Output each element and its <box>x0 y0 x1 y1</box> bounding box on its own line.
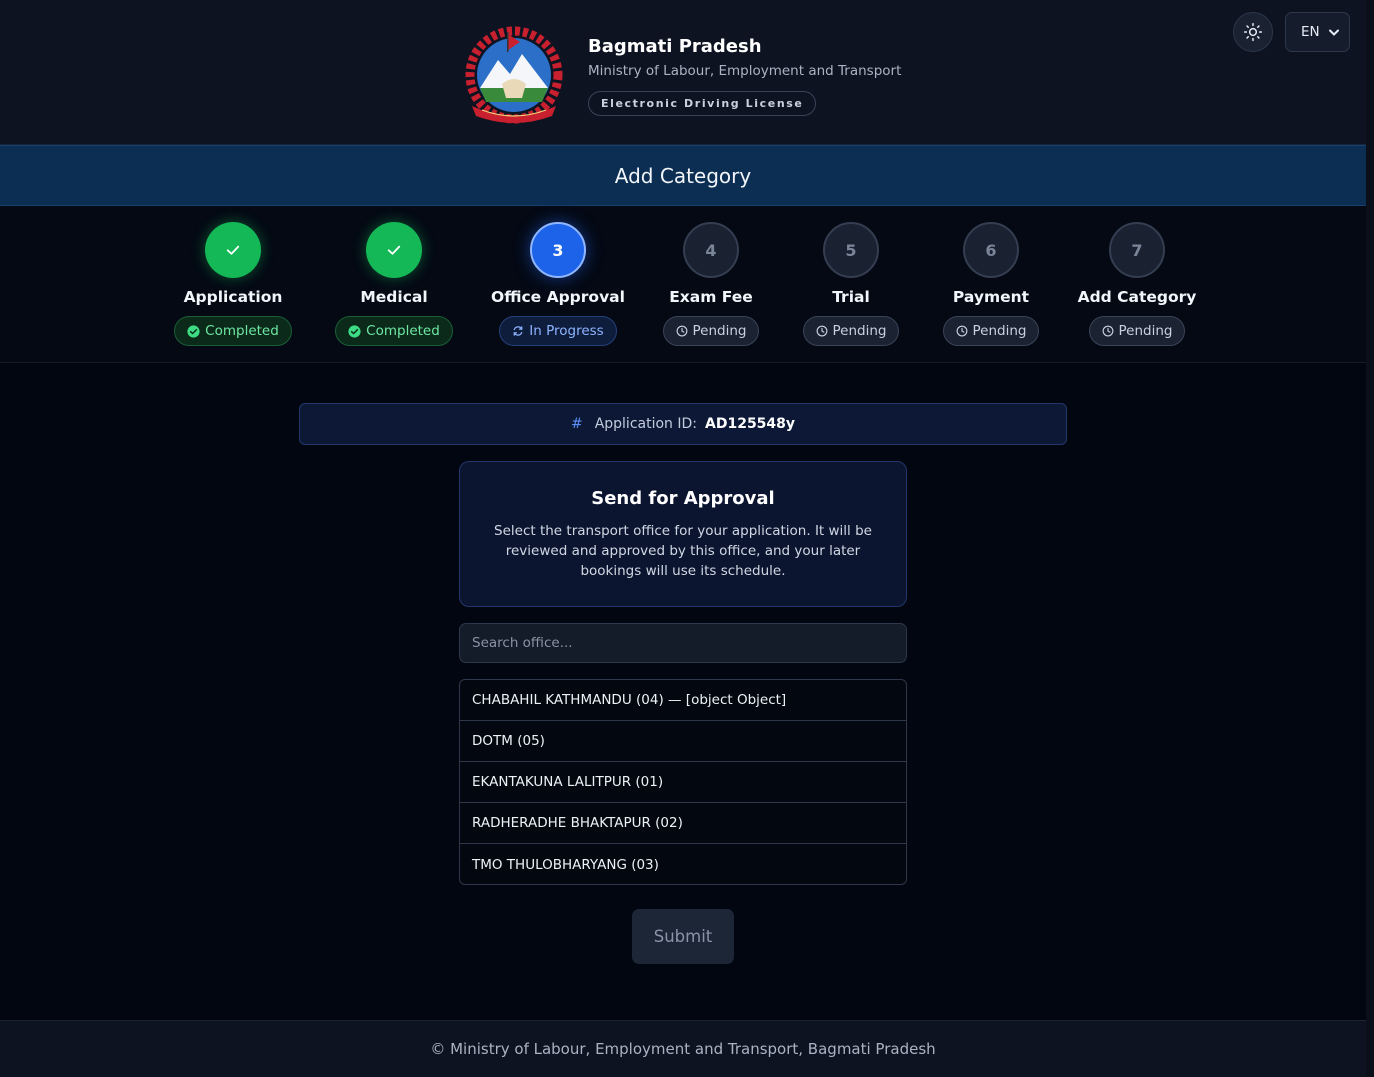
page: Bagmati Pradesh Ministry of Labour, Empl… <box>0 0 1366 1077</box>
step-circle-completed <box>205 222 261 278</box>
check-circle-icon <box>187 324 200 338</box>
scrollbar[interactable] <box>1366 0 1374 1077</box>
hash-icon: # <box>570 416 583 432</box>
title-bar: Add Category <box>0 145 1366 206</box>
step-label: Add Category <box>1077 288 1197 306</box>
approval-description: Select the transport office for your app… <box>494 523 872 579</box>
application-id-bar: # Application ID: AD125548y <box>299 403 1067 445</box>
clock-icon <box>956 325 967 337</box>
step-label: Medical <box>360 288 428 306</box>
step-label: Payment <box>952 288 1030 306</box>
step-add-category: 7 Add Category Pending <box>1037 222 1237 346</box>
chevron-down-icon <box>1329 29 1339 36</box>
sun-icon <box>1243 22 1263 42</box>
submit-button[interactable]: Submit <box>632 909 734 964</box>
status-badge: Completed <box>335 316 453 346</box>
status-text: Completed <box>366 323 440 339</box>
status-text: In Progress <box>529 323 604 339</box>
status-badge: Completed <box>174 316 292 346</box>
approval-card: Send for Approval Select the transport o… <box>459 461 907 607</box>
check-circle-icon <box>348 324 361 338</box>
clock-icon <box>1102 325 1113 337</box>
approval-title: Send for Approval <box>591 488 775 509</box>
ministry-name: Ministry of Labour, Employment and Trans… <box>588 63 902 79</box>
step-label: Trial <box>832 288 870 306</box>
clock-icon <box>816 325 827 337</box>
progress-stepper: Application Completed Medical Completed … <box>0 206 1366 363</box>
office-option[interactable]: CHABAHIL KATHMANDU (04) — [object Object… <box>460 680 906 721</box>
clock-icon <box>676 325 687 337</box>
footer-text: © Ministry of Labour, Employment and Tra… <box>430 1040 936 1058</box>
step-circle-pending: 7 <box>1109 222 1165 278</box>
step-circle-pending: 5 <box>823 222 879 278</box>
status-text: Pending <box>832 323 887 339</box>
status-text: Completed <box>205 323 279 339</box>
status-badge: Pending <box>802 316 900 346</box>
language-value: EN <box>1301 24 1320 40</box>
search-office-input[interactable] <box>459 623 907 663</box>
language-select[interactable]: EN <box>1285 12 1350 52</box>
check-icon <box>226 245 240 255</box>
status-text: Pending <box>1118 323 1173 339</box>
status-text: Pending <box>692 323 747 339</box>
application-id-label: Application ID: <box>594 416 697 432</box>
step-circle-pending: 4 <box>683 222 739 278</box>
status-badge: Pending <box>662 316 760 346</box>
site-header: Bagmati Pradesh Ministry of Labour, Empl… <box>0 0 1366 145</box>
check-icon <box>387 245 401 255</box>
status-text: Pending <box>972 323 1027 339</box>
nepal-emblem-icon <box>465 26 563 124</box>
page-title: Add Category <box>614 163 752 188</box>
status-badge: In Progress <box>499 316 617 346</box>
office-option[interactable]: DOTM (05) <box>460 721 906 762</box>
office-option[interactable]: TMO THULOBHARYANG (03) <box>460 844 906 884</box>
office-option[interactable]: RADHERADHE BHAKTAPUR (02) <box>460 803 906 844</box>
step-circle-completed <box>366 222 422 278</box>
step-circle-current: 3 <box>530 222 586 278</box>
theme-toggle-button[interactable] <box>1233 12 1273 52</box>
step-circle-pending: 6 <box>963 222 1019 278</box>
step-label: Office Approval <box>491 288 625 306</box>
status-badge: Pending <box>942 316 1040 346</box>
site-footer: © Ministry of Labour, Employment and Tra… <box>0 1020 1366 1077</box>
edl-badge: Electronic Driving License <box>588 91 817 116</box>
office-list: CHABAHIL KATHMANDU (04) — [object Object… <box>459 679 907 885</box>
refresh-icon <box>513 326 523 336</box>
org-name: Bagmati Pradesh <box>588 36 762 57</box>
step-label: Exam Fee <box>669 288 753 306</box>
step-label: Application <box>183 288 283 306</box>
office-option[interactable]: EKANTAKUNA LALITPUR (01) <box>460 762 906 803</box>
application-id-value: AD125548y <box>705 416 796 432</box>
status-badge: Pending <box>1088 316 1186 346</box>
